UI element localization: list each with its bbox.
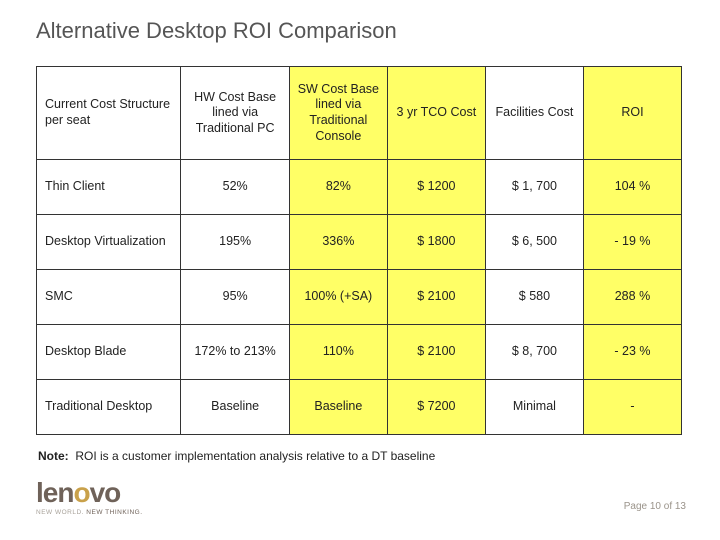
cell-fac: $ 1, 700 bbox=[485, 160, 583, 215]
tagline-b: NEW THINKING. bbox=[86, 509, 142, 516]
lenovo-tagline: NEW WORLD. NEW THINKING. bbox=[36, 509, 143, 516]
row-name: Thin Client bbox=[37, 160, 181, 215]
cell-sw: 336% bbox=[289, 215, 387, 270]
cell-tco: $ 7200 bbox=[387, 380, 485, 435]
logo-accent: o bbox=[73, 477, 89, 508]
table-row: Thin Client 52% 82% $ 1200 $ 1, 700 104 … bbox=[37, 160, 682, 215]
lenovo-logo: lenovo NEW WORLD. NEW THINKING. bbox=[36, 479, 143, 516]
row-name: SMC bbox=[37, 270, 181, 325]
cell-roi: 104 % bbox=[583, 160, 681, 215]
cell-hw: 95% bbox=[181, 270, 289, 325]
page-number: Page 10 of 13 bbox=[624, 501, 686, 512]
cell-sw: 100% (+SA) bbox=[289, 270, 387, 325]
cell-tco: $ 1800 bbox=[387, 215, 485, 270]
table-row: Desktop Virtualization 195% 336% $ 1800 … bbox=[37, 215, 682, 270]
row-name: Desktop Virtualization bbox=[37, 215, 181, 270]
roi-table: Current Cost Structure per seat HW Cost … bbox=[36, 66, 682, 435]
cell-roi: 288 % bbox=[583, 270, 681, 325]
row-name: Traditional Desktop bbox=[37, 380, 181, 435]
col-header-fac: Facilities Cost bbox=[485, 67, 583, 160]
table-header-row: Current Cost Structure per seat HW Cost … bbox=[37, 67, 682, 160]
cell-hw: 172% to 213% bbox=[181, 325, 289, 380]
cell-roi: - 19 % bbox=[583, 215, 681, 270]
lenovo-wordmark: lenovo bbox=[36, 479, 143, 507]
page-title: Alternative Desktop ROI Comparison bbox=[36, 18, 686, 44]
col-header-roi: ROI bbox=[583, 67, 681, 160]
cell-roi: - 23 % bbox=[583, 325, 681, 380]
cell-tco: $ 1200 bbox=[387, 160, 485, 215]
col-header-tco: 3 yr TCO Cost bbox=[387, 67, 485, 160]
cell-hw: 52% bbox=[181, 160, 289, 215]
cell-roi: - bbox=[583, 380, 681, 435]
cell-tco: $ 2100 bbox=[387, 270, 485, 325]
table-row: SMC 95% 100% (+SA) $ 2100 $ 580 288 % bbox=[37, 270, 682, 325]
footnote: Note: ROI is a customer implementation a… bbox=[38, 449, 686, 463]
logo-pre: len bbox=[36, 477, 73, 508]
cell-fac: Minimal bbox=[485, 380, 583, 435]
cell-hw: 195% bbox=[181, 215, 289, 270]
cell-sw: 82% bbox=[289, 160, 387, 215]
col-header-hw: HW Cost Base lined via Traditional PC bbox=[181, 67, 289, 160]
logo-post: vo bbox=[90, 477, 121, 508]
cell-fac: $ 6, 500 bbox=[485, 215, 583, 270]
footnote-label: Note: bbox=[38, 449, 69, 463]
cell-sw: Baseline bbox=[289, 380, 387, 435]
cell-tco: $ 2100 bbox=[387, 325, 485, 380]
table-row: Traditional Desktop Baseline Baseline $ … bbox=[37, 380, 682, 435]
cell-fac: $ 580 bbox=[485, 270, 583, 325]
cell-sw: 110% bbox=[289, 325, 387, 380]
col-header-structure: Current Cost Structure per seat bbox=[37, 67, 181, 160]
cell-fac: $ 8, 700 bbox=[485, 325, 583, 380]
tagline-a: NEW WORLD. bbox=[36, 509, 84, 516]
table-row: Desktop Blade 172% to 213% 110% $ 2100 $… bbox=[37, 325, 682, 380]
cell-hw: Baseline bbox=[181, 380, 289, 435]
footnote-text: ROI is a customer implementation analysi… bbox=[75, 449, 435, 463]
row-name: Desktop Blade bbox=[37, 325, 181, 380]
col-header-sw: SW Cost Base lined via Traditional Conso… bbox=[289, 67, 387, 160]
